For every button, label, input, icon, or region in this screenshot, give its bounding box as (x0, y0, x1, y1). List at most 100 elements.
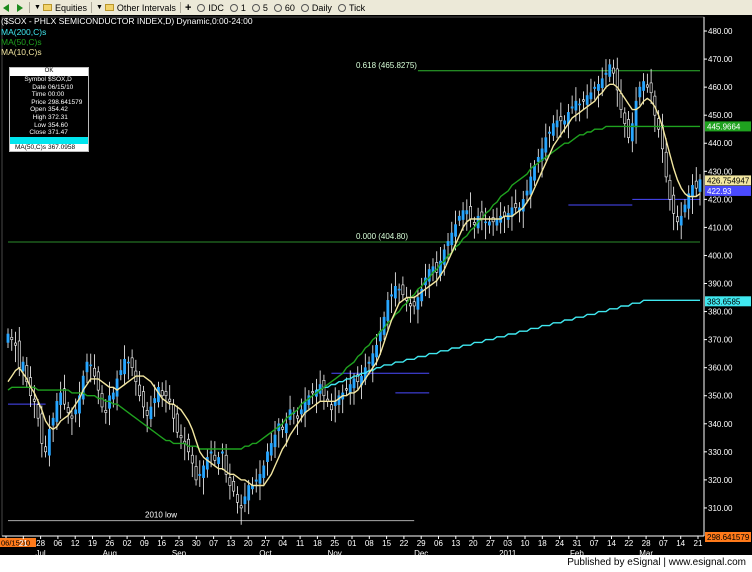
interval-60[interactable]: 60 (271, 1, 298, 14)
folder-icon (104, 4, 114, 11)
candle-body (469, 206, 472, 220)
data-window-key: High (32, 113, 46, 121)
footer-credit: Published by eSignal | www.esignal.com (567, 557, 746, 568)
y-tick-label: 390.00 (708, 280, 733, 289)
x-tick-label: 20 (244, 539, 253, 548)
back-button[interactable] (0, 1, 14, 14)
y-tick-label: 450.00 (708, 111, 733, 120)
candle-body (190, 454, 194, 464)
x-tick-label: 07 (590, 539, 599, 548)
price-chart[interactable]: 310.00 320.00 330.00 340.00 350.00 360.00 370.… (0, 15, 752, 555)
price-tag-label: 422.93 (707, 187, 732, 196)
candle-body (258, 473, 262, 484)
x-tick-label: 18 (313, 539, 322, 548)
add-button[interactable]: + (182, 1, 194, 14)
ma200-legend: MA(200,C)s (1, 27, 47, 37)
candle-body (40, 413, 44, 444)
other-intervals-menu[interactable]: ▼ Other Intervals (93, 1, 179, 14)
candle-body (582, 99, 585, 102)
forward-button[interactable] (14, 1, 28, 14)
x-tick-label: 22 (624, 539, 633, 548)
data-window-key: Symbol (24, 76, 46, 83)
candle-body (672, 194, 676, 214)
data-window-value: 367.0958 (48, 143, 76, 151)
x-tick-label: 31 (572, 539, 581, 548)
data-window-key: Date (32, 83, 46, 91)
candle-body (427, 269, 431, 282)
x-tick-label: 21 (19, 539, 28, 548)
candle-body (536, 156, 540, 162)
interval-1[interactable]: 1 (227, 1, 249, 14)
candle-body (551, 123, 555, 136)
candle-body (145, 410, 149, 416)
candle-body (296, 415, 299, 419)
candle-body (149, 406, 153, 420)
candle-body (461, 210, 465, 220)
candle-body (555, 120, 559, 128)
candle-body (126, 361, 130, 364)
interval-daily[interactable]: Daily (298, 1, 335, 14)
data-window-value: 372.31 (48, 113, 68, 121)
data-window-ma50-row: MA(50,C)s 367.0958 (10, 143, 88, 152)
candle-body (454, 224, 457, 237)
y-tick-label: 310.00 (708, 504, 733, 513)
candle-body (209, 451, 213, 454)
x-tick-label: 24 (555, 539, 564, 548)
candle-body (21, 361, 25, 372)
data-window[interactable]: OK Symbol $SOX,D Date 06/15/10 Time 00:00 Pric… (9, 67, 89, 153)
candle-body (153, 398, 157, 404)
candle-body (85, 361, 89, 373)
interval-idc[interactable]: IDC (194, 1, 227, 14)
candle-body (382, 316, 386, 335)
x-tick-label: 27 (261, 539, 270, 548)
back-arrow-icon (3, 3, 9, 12)
toolbar-separator (179, 2, 181, 13)
candle-body (119, 370, 123, 375)
candle-body (664, 151, 668, 178)
candle-body (525, 190, 529, 196)
candle-body (589, 92, 593, 100)
candle-body (130, 357, 134, 368)
candle-body (645, 84, 649, 88)
candle-body (514, 203, 518, 209)
candle-body (597, 84, 600, 91)
candle-body (608, 64, 612, 77)
y-tick-label: 320.00 (708, 476, 733, 485)
interval-tick[interactable]: Tick (335, 1, 368, 14)
data-window-row: Symbol $SOX,D (10, 76, 88, 84)
candle-body (559, 116, 563, 122)
candle-body (262, 465, 266, 478)
candle-body (55, 401, 59, 422)
candle-body (14, 342, 17, 346)
candle-body (115, 378, 119, 397)
candle-body (578, 103, 582, 106)
y-tick-label: 470.00 (708, 55, 733, 64)
equities-menu[interactable]: ▼ Equities (31, 1, 90, 14)
data-window-key: Low (34, 121, 46, 129)
candle-body (548, 131, 551, 134)
data-window-rows: Symbol $SOX,D Date 06/15/10 Time 00:00 Price 29… (10, 76, 88, 137)
candle-body (104, 410, 108, 413)
y-tick-label: 340.00 (708, 420, 733, 429)
candle-body (348, 384, 352, 394)
x-tick-label: 02 (123, 539, 132, 548)
candle-body (239, 505, 243, 509)
x-tick-label: 12 (71, 539, 80, 548)
candle-body (450, 232, 454, 246)
data-window-value: 06/15/10 (48, 83, 74, 91)
candle-body (409, 303, 412, 307)
data-window-value: 371.47 (48, 129, 68, 137)
candle-body (32, 398, 36, 402)
candle-body (679, 215, 683, 226)
interval-label: 60 (284, 2, 295, 13)
candle-body (521, 199, 525, 212)
x-tick-label: 16 (157, 539, 166, 548)
x-tick-label: 25 (330, 539, 339, 548)
x-tick-label: 29 (417, 539, 426, 548)
y-tick-label: 370.00 (708, 336, 733, 345)
data-window-value: 354.42 (48, 106, 68, 114)
interval-label: IDC (208, 2, 224, 13)
candle-body (63, 388, 66, 405)
candle-body (529, 176, 533, 195)
interval-5[interactable]: 5 (249, 1, 271, 14)
